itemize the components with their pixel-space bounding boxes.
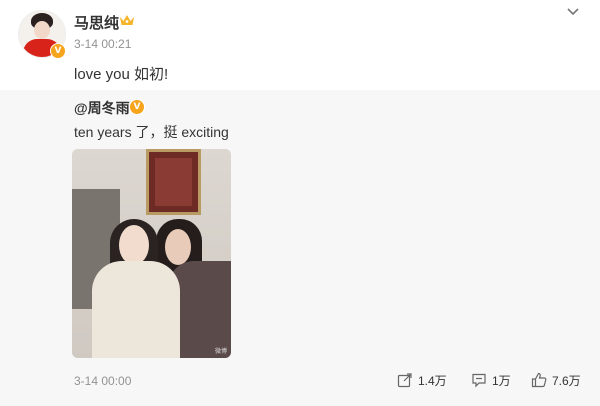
repost-text: ten years 了，挺 exciting [74, 124, 229, 140]
comment-button[interactable]: 1万 [471, 371, 511, 389]
comment-icon [472, 373, 486, 388]
share-icon [397, 373, 412, 388]
original-post: V 马思纯 3-14 00:21 love you 如初! [0, 0, 600, 90]
like-count: 7.6万 [552, 373, 581, 388]
verified-badge: V [129, 99, 145, 115]
share-count: 1.4万 [418, 373, 447, 388]
post-time[interactable]: 3-14 00:21 [74, 37, 131, 51]
photo-watermark: 微博 [214, 349, 227, 355]
thumbs-up-icon [531, 372, 547, 388]
photo-person-left-face [119, 225, 149, 265]
photo-painting [146, 149, 201, 215]
post-photo[interactable]: 微博 [72, 149, 231, 358]
repost-author[interactable]: @周冬雨 [74, 98, 130, 118]
repost-time[interactable]: 3-14 00:00 [74, 374, 131, 388]
post-author[interactable]: 马思纯 [74, 12, 119, 33]
share-button[interactable]: 1.4万 [397, 371, 447, 389]
crown-icon [120, 15, 134, 25]
photo-person-left-coat [92, 261, 180, 358]
photo-person-right-face [165, 229, 191, 265]
verified-badge: V [50, 43, 66, 59]
avatar-face [34, 21, 50, 39]
chevron-down-icon[interactable] [566, 7, 580, 17]
post-text: love you 如初! [74, 66, 169, 83]
like-button[interactable]: 7.6万 [531, 371, 581, 389]
reposted-content[interactable]: @周冬雨 V ten years 了，挺 exciting 微博 3-14 00… [0, 90, 600, 406]
comment-count: 1万 [492, 373, 511, 388]
